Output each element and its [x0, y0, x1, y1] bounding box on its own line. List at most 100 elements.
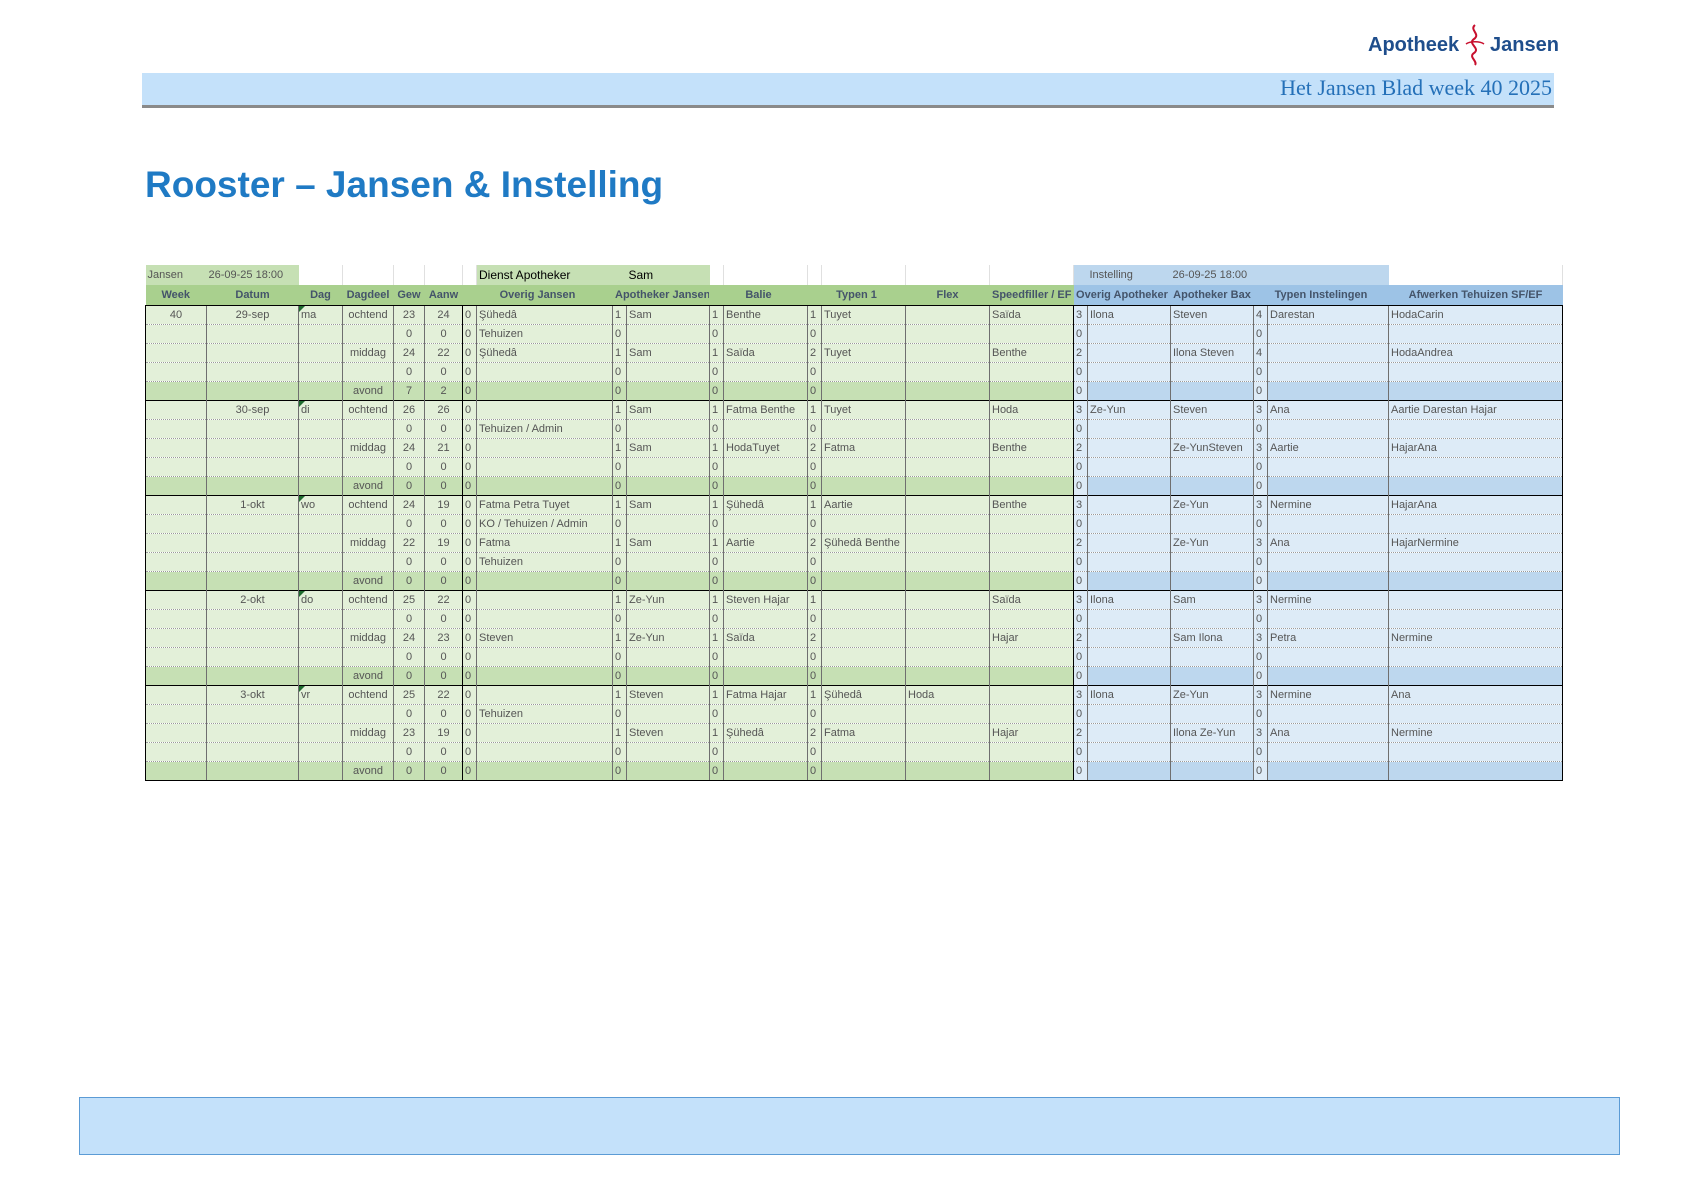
- cell-typen-instelingen-count: 0: [1253, 419, 1268, 439]
- cell-typen-1-count: 1: [807, 305, 822, 325]
- cell-datum: [206, 514, 299, 534]
- cell-typen-1-count: 0: [807, 647, 822, 667]
- table-row: 00000000: [145, 609, 1563, 629]
- cell-overig-apotheker: [1087, 457, 1171, 477]
- cell-typen-instelingen-count: 3: [1253, 685, 1268, 705]
- cell-afwerken-tehuizen: [1388, 552, 1563, 572]
- cell-overig-jansen: Tehuizen: [476, 704, 613, 724]
- cell-typen-instelingen: [1267, 514, 1389, 534]
- cell-apotheker-jansen-count: 0: [612, 324, 627, 344]
- cell-typen-instelingen-count: 0: [1253, 324, 1268, 344]
- cell-balie: [723, 761, 808, 781]
- cell-overig-jansen: [476, 381, 613, 401]
- cell-typen-1: [821, 742, 906, 762]
- cell-overig-apotheker: [1087, 514, 1171, 534]
- cell-typen-instelingen-count: 0: [1253, 609, 1268, 629]
- cell-typen-instelingen-count: 0: [1253, 742, 1268, 762]
- cell-overig-apotheker: [1087, 742, 1171, 762]
- cell-overig-jansen: [476, 666, 613, 686]
- cell-balie: Aartie: [723, 533, 808, 553]
- cell-typen-1: [821, 552, 906, 572]
- cell-balie-count: 1: [709, 723, 724, 743]
- cell-overig-apotheker: [1087, 362, 1171, 382]
- cell-week: [145, 609, 207, 629]
- cell-afwerken-tehuizen: [1388, 381, 1563, 401]
- cell-apotheker-bax: [1170, 704, 1254, 724]
- cell-typen-1-count: 1: [807, 495, 822, 515]
- cell-typen-1: Şühedâ Benthe: [821, 533, 906, 553]
- col-header-flex: Flex: [905, 285, 990, 306]
- cell-overig-jansen-count: 0: [462, 438, 477, 458]
- cell-overig-apotheker-count: 2: [1073, 343, 1088, 363]
- cell-afwerken-tehuizen: Nermine: [1388, 723, 1563, 743]
- cell-overig-apotheker: [1087, 533, 1171, 553]
- cell-datum: [206, 381, 299, 401]
- cell-flex: [905, 761, 990, 781]
- cell-balie-count: 0: [709, 666, 724, 686]
- cell-apotheker-bax: Steven: [1170, 400, 1254, 420]
- cell-overig-jansen-count: 0: [462, 590, 477, 610]
- cell-overig-jansen: Tehuizen: [476, 324, 613, 344]
- cell-speedfiller: [989, 647, 1074, 667]
- cell-overig-apotheker-count: 0: [1073, 324, 1088, 344]
- cell-dagdeel: middag: [342, 343, 394, 363]
- cell-typen-instelingen-count: 0: [1253, 761, 1268, 781]
- cell-afwerken-tehuizen: HajarNermine: [1388, 533, 1563, 553]
- roster-table: Jansen 26-09-25 18:00 Dienst Apotheker S…: [145, 265, 1563, 781]
- table-row: middag 24 23 0 Steven 1 Ze-Yun 1 Saïda 2 Hajar 2 Sam…: [145, 628, 1563, 648]
- col-header-aanw: Aanw: [424, 285, 463, 306]
- cell-apotheker-bax: Ze-YunSteven: [1170, 438, 1254, 458]
- cell-apotheker-jansen: [626, 742, 710, 762]
- cell-speedfiller: [989, 552, 1074, 572]
- table-row: 0 0 0 Tehuizen 0 0 0 0 0: [145, 552, 1563, 572]
- cell-typen-instelingen: [1267, 704, 1389, 724]
- cell-typen-instelingen: [1267, 324, 1389, 344]
- cell-overig-apotheker: Ilona: [1087, 685, 1171, 705]
- cell-apotheker-jansen: Ze-Yun: [626, 628, 710, 648]
- cell-apotheker-jansen: Sam: [626, 400, 710, 420]
- cell-datum: 3-okt: [206, 685, 299, 705]
- cell-apotheker-bax: [1170, 324, 1254, 344]
- cell-gew: 0: [393, 761, 425, 781]
- cell-typen-1: [821, 628, 906, 648]
- cell-balie: [723, 704, 808, 724]
- cell-afwerken-tehuizen: [1388, 704, 1563, 724]
- cell-balie: [723, 742, 808, 762]
- cell-typen-instelingen: Ana: [1267, 723, 1389, 743]
- cell-balie: [723, 666, 808, 686]
- cell-aanw: 22: [424, 685, 463, 705]
- cell-apotheker-bax: [1170, 742, 1254, 762]
- cell-typen-1-count: 0: [807, 761, 822, 781]
- cell-typen-1: [821, 381, 906, 401]
- cell-overig-apotheker: [1087, 666, 1171, 686]
- cell-week: [145, 666, 207, 686]
- roster-table-container: Jansen 26-09-25 18:00 Dienst Apotheker S…: [145, 265, 1563, 781]
- cell-balie: Saïda: [723, 343, 808, 363]
- cell-apotheker-jansen-count: 0: [612, 362, 627, 382]
- cell-speedfiller: [989, 761, 1074, 781]
- cell-typen-1: [821, 704, 906, 724]
- cell-aanw: 24: [424, 305, 463, 325]
- cell-aanw: 19: [424, 723, 463, 743]
- cell-apotheker-bax: Ilona Ze-Yun: [1170, 723, 1254, 743]
- cell-typen-1-count: 0: [807, 666, 822, 686]
- cell-overig-apotheker: [1087, 438, 1171, 458]
- cell-apotheker-jansen-count: 0: [612, 514, 627, 534]
- cell-typen-instelingen-count: 0: [1253, 381, 1268, 401]
- cell-apotheker-jansen-count: 1: [612, 495, 627, 515]
- cell-typen-instelingen-count: 3: [1253, 495, 1268, 515]
- cell-balie-count: 0: [709, 571, 724, 591]
- cell-overig-jansen: Şühedâ: [476, 343, 613, 363]
- table-row: 3-okt vr ochtend 25 22 0 1 Steven 1 Fatma Hajar 1 Ş…: [145, 685, 1563, 705]
- cell-gew: 25: [393, 685, 425, 705]
- cell-week: [145, 761, 207, 781]
- cell-balie-count: 0: [709, 761, 724, 781]
- cell-datum: [206, 628, 299, 648]
- cell-typen-instelingen: [1267, 609, 1389, 629]
- cell-dag: [298, 628, 343, 648]
- cell-datum: [206, 343, 299, 363]
- cell-overig-apotheker: [1087, 552, 1171, 572]
- cell-speedfiller: [989, 419, 1074, 439]
- cell-apotheker-jansen: Sam: [626, 495, 710, 515]
- cell-overig-jansen-count: 0: [462, 723, 477, 743]
